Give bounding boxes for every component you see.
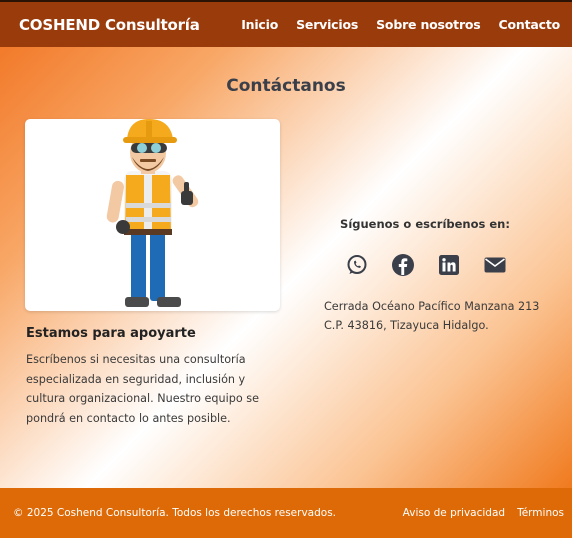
address-block: Cerrada Océano Pacífico Manzana 213 C.P.… [324, 297, 539, 335]
support-description: Escríbenos si necesitas una consultoría … [26, 353, 259, 425]
support-heading: Estamos para apoyarte [26, 326, 196, 341]
social-heading: Síguenos o escríbenos en: [340, 217, 510, 231]
worker-image-card [25, 119, 280, 311]
email-icon[interactable] [483, 253, 507, 277]
copyright-text: © 2025 Coshend Consultoría. Todos los de… [13, 507, 337, 519]
footer-links: Aviso de privacidad Términos [391, 507, 564, 519]
footer-link-privacidad[interactable]: Aviso de privacidad [403, 507, 505, 519]
social-links [345, 253, 507, 277]
top-navbar: COSHEND Consultoría Inicio Servicios Sob… [0, 0, 572, 47]
main-nav: Inicio Servicios Sobre nosotros Contacto [223, 17, 560, 32]
address-line-1: Cerrada Océano Pacífico Manzana 213 [324, 300, 540, 313]
facebook-icon[interactable] [391, 253, 415, 277]
whatsapp-icon[interactable] [345, 253, 369, 277]
nav-link-inicio[interactable]: Inicio [241, 17, 278, 32]
nav-link-sobre-nosotros[interactable]: Sobre nosotros [376, 17, 481, 32]
brand-logo-text[interactable]: COSHEND Consultoría [19, 16, 200, 34]
linkedin-icon[interactable] [437, 253, 461, 277]
footer-link-terminos[interactable]: Términos [517, 507, 564, 519]
construction-worker-illustration [106, 119, 199, 307]
page-footer: © 2025 Coshend Consultoría. Todos los de… [0, 488, 572, 538]
contact-section: Contáctanos Estamos para apoyarte Escríb… [0, 47, 572, 488]
nav-link-servicios[interactable]: Servicios [296, 17, 358, 32]
address-line-2: C.P. 43816, Tizayuca Hidalgo. [324, 319, 489, 332]
nav-link-contacto[interactable]: Contacto [499, 17, 561, 32]
page-title: Contáctanos [226, 76, 346, 96]
